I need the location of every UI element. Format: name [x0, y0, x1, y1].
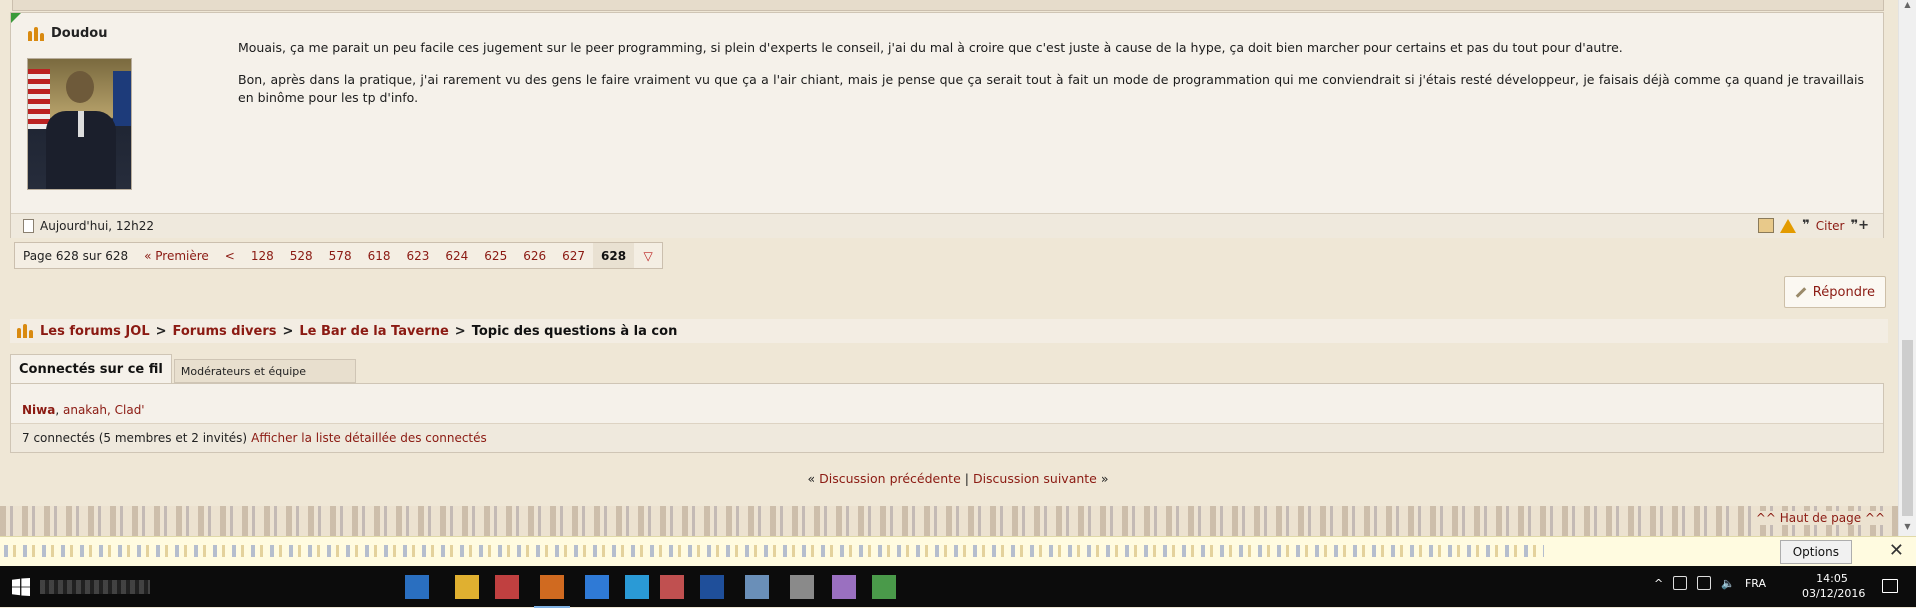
- quote-icon[interactable]: ❞: [1802, 218, 1810, 233]
- volume-icon[interactable]: 🔈: [1721, 577, 1735, 590]
- previous-post-footer: [12, 0, 1884, 11]
- page-link[interactable]: 623: [398, 243, 437, 268]
- taskbar-app-icon[interactable]: [832, 575, 856, 599]
- page-link[interactable]: 618: [360, 243, 399, 268]
- reply-button[interactable]: Répondre: [1783, 276, 1886, 308]
- notification-text-garbled: [4, 545, 1544, 557]
- jol-logo-icon: [27, 26, 45, 41]
- clock-date: 03/12/2016: [1802, 587, 1866, 600]
- previous-discussion-link[interactable]: Discussion précédente: [819, 471, 961, 486]
- page-jump-chevron-icon[interactable]: ▽: [634, 243, 662, 268]
- author-name[interactable]: Doudou: [51, 26, 107, 41]
- options-button[interactable]: Options: [1779, 540, 1852, 564]
- forum-post: Doudou Mouais, ça me parait un peu facil…: [10, 12, 1884, 238]
- breadcrumb: Les forums JOL > Forums divers > Le Bar …: [10, 319, 1888, 343]
- discussion-nav: « Discussion précédente | Discussion sui…: [807, 471, 1109, 486]
- taskbar-app-icon[interactable]: [625, 575, 649, 599]
- language-indicator[interactable]: FRA: [1745, 577, 1766, 590]
- scrollbar-thumb[interactable]: [1902, 340, 1913, 516]
- close-icon[interactable]: ✕: [1889, 540, 1904, 561]
- first-page-link[interactable]: « Première: [136, 243, 217, 268]
- connected-detail-link[interactable]: Afficher la liste détaillée des connecté…: [251, 431, 487, 445]
- cite-button[interactable]: Citer: [1816, 219, 1845, 233]
- taskbar-app-icon[interactable]: [745, 575, 769, 599]
- prev-page-link[interactable]: <: [217, 243, 243, 268]
- clock[interactable]: 14:05 03/12/2016: [1802, 571, 1866, 601]
- report-icon[interactable]: [1758, 218, 1775, 233]
- taskbar-app-icon[interactable]: [700, 575, 724, 599]
- post-date-text: Aujourd'hui, 12h22: [40, 219, 155, 233]
- next-discussion-link[interactable]: Discussion suivante: [973, 471, 1097, 486]
- page-link[interactable]: 625: [476, 243, 515, 268]
- system-tray: ^ 🔈 FRA: [1654, 576, 1766, 590]
- breadcrumb-separator: >: [454, 323, 466, 339]
- document-icon: [23, 219, 34, 233]
- page-link[interactable]: 627: [554, 243, 593, 268]
- post-footer: Aujourd'hui, 12h22 ❞ Citer ❞+: [11, 213, 1883, 238]
- avatar: [27, 58, 132, 190]
- taskbar-app-icon[interactable]: [405, 575, 429, 599]
- back-to-top-link[interactable]: ^^ Haut de page ^^: [1751, 511, 1889, 525]
- taskbar-app-icon[interactable]: [790, 575, 814, 599]
- pencil-icon: [1795, 286, 1807, 298]
- scroll-down-icon[interactable]: ▼: [1899, 522, 1916, 536]
- taskbar-search-garbled[interactable]: [40, 580, 150, 594]
- page-link[interactable]: 128: [243, 243, 282, 268]
- post-paragraph: Mouais, ça me parait un peu facile ces j…: [238, 40, 1623, 55]
- breadcrumb-link[interactable]: Forums divers: [173, 324, 277, 339]
- multi-quote-icon[interactable]: ❞+: [1850, 218, 1869, 233]
- clock-time: 14:05: [1816, 572, 1848, 585]
- page-link[interactable]: 528: [282, 243, 321, 268]
- post-actions: ❞ Citer ❞+: [1758, 218, 1869, 233]
- connected-panel: Niwa, anakah, Clad' 7 connectés (5 membr…: [10, 383, 1884, 453]
- page-link[interactable]: 626: [515, 243, 554, 268]
- tab-connected[interactable]: Connectés sur ce fil: [10, 354, 172, 383]
- current-page: 628: [593, 243, 635, 268]
- moderator-link[interactable]: Niwa: [22, 403, 55, 417]
- taskbar-app-icon[interactable]: [660, 575, 684, 599]
- page-link[interactable]: 624: [437, 243, 476, 268]
- connected-tabs: Connectés sur ce fil Modérateurs et équi…: [10, 354, 356, 383]
- connected-count: 7 connectés (5 membres et 2 invités) Aff…: [11, 423, 1883, 452]
- breadcrumb-separator: >: [155, 323, 167, 339]
- tab-moderators[interactable]: Modérateurs et équipe: [173, 359, 356, 383]
- new-post-marker: [11, 13, 21, 23]
- page-footer-garbled: [0, 506, 1916, 536]
- tray-chevron-icon[interactable]: ^: [1654, 577, 1663, 590]
- reply-label: Répondre: [1812, 284, 1875, 300]
- pagination: Page 628 sur 628 « Première < 128 528 57…: [14, 242, 664, 269]
- taskbar-app-icon[interactable]: [455, 575, 479, 599]
- page-link[interactable]: 578: [321, 243, 360, 268]
- connected-users: Niwa, anakah, Clad': [22, 403, 145, 417]
- breadcrumb-current: Topic des questions à la con: [471, 323, 678, 339]
- taskbar-app-icon[interactable]: [872, 575, 896, 599]
- breadcrumb-link[interactable]: Les forums JOL: [40, 324, 150, 339]
- taskbar-app-icon[interactable]: [534, 575, 570, 608]
- taskbar-app-icon[interactable]: [495, 575, 519, 599]
- page-indicator: Page 628 sur 628: [23, 248, 129, 263]
- breadcrumb-separator: >: [282, 323, 294, 339]
- warning-icon[interactable]: [1780, 218, 1797, 233]
- post-author[interactable]: Doudou: [27, 26, 107, 41]
- taskbar-app-icon[interactable]: [585, 575, 609, 599]
- connected-count-text: 7 connectés (5 membres et 2 invités): [22, 431, 248, 445]
- scroll-up-icon[interactable]: ▲: [1899, 0, 1916, 14]
- vertical-scrollbar[interactable]: ▲ ▼: [1898, 0, 1916, 536]
- member-links[interactable]: anakah, Clad': [63, 403, 145, 417]
- tray-app-icon[interactable]: [1673, 576, 1688, 590]
- jol-logo-icon: [16, 324, 34, 338]
- breadcrumb-link[interactable]: Le Bar de la Taverne: [299, 324, 448, 339]
- notification-bar: Options ✕: [0, 536, 1916, 567]
- network-icon[interactable]: [1697, 576, 1712, 590]
- action-center-icon[interactable]: [1882, 579, 1898, 593]
- post-date: Aujourd'hui, 12h22: [23, 219, 154, 233]
- post-body: Mouais, ça me parait un peu facile ces j…: [238, 39, 1864, 121]
- post-paragraph: Bon, après dans la pratique, j'ai rareme…: [238, 72, 1864, 105]
- taskbar: ^ 🔈 FRA 14:05 03/12/2016: [0, 566, 1916, 608]
